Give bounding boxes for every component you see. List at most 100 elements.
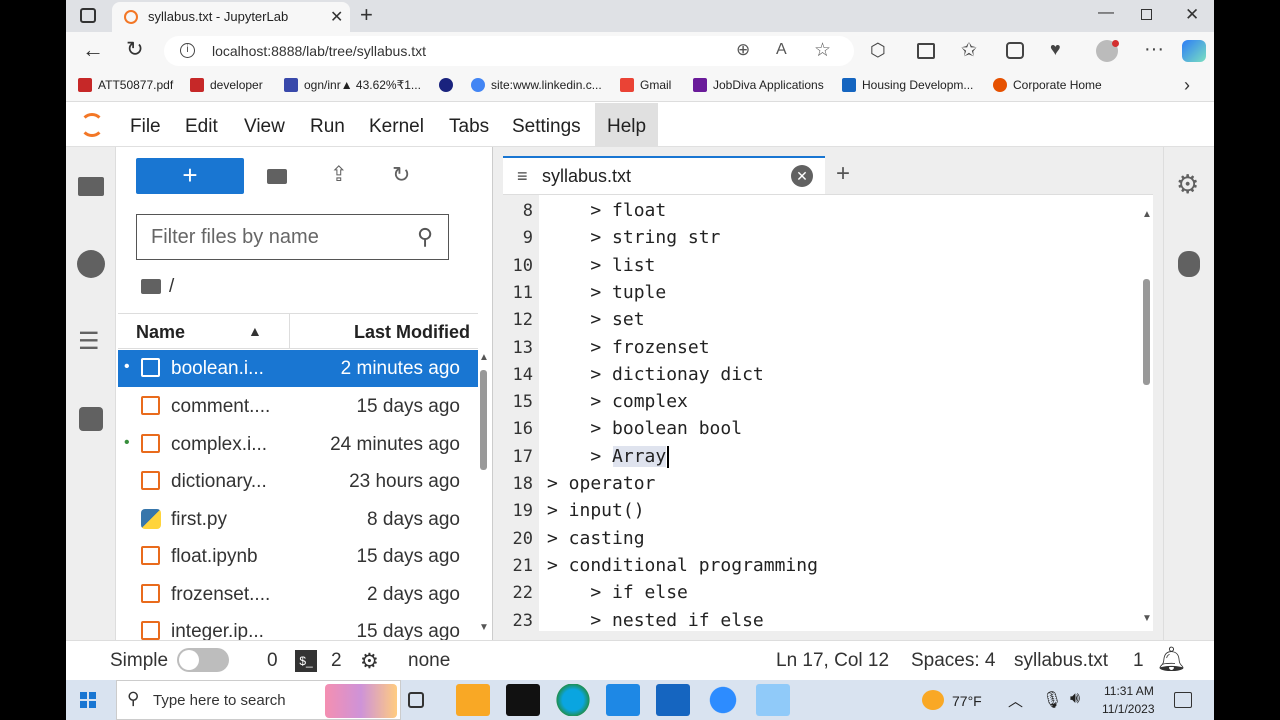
extensions-puzzle-icon[interactable] (79, 407, 103, 431)
bookmark-7[interactable]: Housing Developm... (842, 78, 973, 92)
tray-chevron-icon[interactable]: ︿ (1008, 690, 1023, 711)
notepad-python-icon[interactable] (756, 684, 790, 716)
file-explorer-icon[interactable] (456, 684, 490, 716)
line-number: 8 (522, 201, 533, 221)
close-editor-tab-icon[interactable]: ✕ (791, 165, 813, 187)
terminal-count[interactable]: 2 (331, 650, 342, 672)
indentation-spaces[interactable]: Spaces: 4 (911, 650, 996, 672)
new-launcher-tab-icon[interactable]: + (836, 160, 850, 188)
microphone-icon[interactable]: 🎙︎ (1042, 690, 1062, 710)
file-row-complex[interactable]: • complex.i... 24 minutes ago (118, 426, 478, 463)
pycharm-icon[interactable] (506, 684, 540, 716)
close-window-icon[interactable]: ✕ (1185, 5, 1199, 25)
menu-run[interactable]: Run (310, 116, 345, 138)
file-name: dictionary... (171, 471, 267, 492)
collections-icon[interactable] (1006, 42, 1024, 59)
bookmark-3[interactable] (439, 78, 453, 92)
split-screen-icon[interactable] (917, 43, 935, 59)
action-center-icon[interactable] (1174, 692, 1192, 708)
menu-help[interactable]: Help (595, 103, 659, 147)
menu-view[interactable]: View (244, 116, 285, 138)
terminal-icon[interactable]: $_ (295, 650, 317, 672)
bookmark-1[interactable]: developer (190, 78, 263, 92)
file-modified: 2 days ago (367, 584, 460, 605)
bookmark-0[interactable]: ATT50877.pdf (78, 78, 173, 92)
clock-date[interactable]: 11/1/2023 (1102, 702, 1155, 716)
maximize-icon[interactable] (1141, 9, 1152, 20)
editor-scroll-down-icon[interactable]: ▼ (1142, 613, 1152, 624)
editor-tab[interactable]: ≡ syllabus.txt ✕ (503, 156, 825, 194)
file-row-comment[interactable]: comment.... 15 days ago (118, 388, 478, 425)
microsoft-store-icon[interactable] (606, 684, 640, 716)
column-name-header[interactable]: Name (136, 322, 185, 343)
menu-settings[interactable]: Settings (512, 116, 581, 138)
menu-edit[interactable]: Edit (185, 116, 218, 138)
scroll-up-arrow-icon[interactable]: ▲ (479, 352, 489, 363)
tab-actions-icon[interactable] (80, 8, 96, 23)
weather-temp[interactable]: 77°F (952, 693, 982, 709)
address-bar[interactable]: i localhost:8888/lab/tree/syllabus.txt ⊕… (164, 36, 854, 66)
column-modified-header[interactable]: Last Modified (354, 322, 470, 343)
menu-file[interactable]: File (130, 116, 161, 138)
menu-tabs[interactable]: Tabs (449, 116, 489, 138)
volume-icon[interactable]: 🔊︎ (1070, 690, 1080, 708)
running-kernels-icon[interactable] (77, 250, 105, 278)
performance-icon[interactable]: ♥ (1050, 39, 1061, 60)
clock-time[interactable]: 11:31 AM (1104, 684, 1154, 698)
file-row-first[interactable]: first.py 8 days ago (118, 501, 478, 538)
copilot-icon[interactable] (1182, 40, 1206, 62)
back-icon[interactable]: ← (82, 37, 104, 63)
breadcrumb-path[interactable]: / (169, 276, 174, 298)
zoom-icon[interactable] (706, 684, 740, 716)
chevron-right-icon[interactable]: › (1184, 75, 1190, 96)
kernel-chip-icon[interactable]: ⚙ (360, 649, 379, 674)
more-menu-icon[interactable]: ··· (1144, 38, 1164, 61)
table-of-contents-icon[interactable]: ☰ (78, 327, 100, 356)
upload-icon[interactable]: ⇪ (330, 162, 348, 187)
bookmark-8[interactable]: Corporate Home (993, 78, 1102, 92)
extensions-icon[interactable]: ⬡ (870, 40, 886, 61)
file-row-boolean[interactable]: • boolean.i... 2 minutes ago (118, 350, 478, 387)
text-editor[interactable]: 8 9 10 11 12 13 14 15 16 17 18 19 20 21 22 23 > float >… (503, 194, 1153, 631)
new-folder-icon[interactable] (267, 169, 287, 184)
minimize-icon[interactable]: — (1098, 4, 1114, 22)
edge-browser-icon[interactable] (556, 684, 590, 716)
scroll-down-arrow-icon[interactable]: ▼ (479, 622, 489, 633)
bookmark-4[interactable]: site:www.linkedin.c... (471, 78, 602, 92)
notification-bell-icon[interactable]: 🔔︎ (1156, 645, 1186, 674)
mail-icon[interactable] (656, 684, 690, 716)
debugger-bug-icon[interactable] (1178, 251, 1200, 277)
file-row-frozenset[interactable]: frozenset.... 2 days ago (118, 576, 478, 613)
bookmark-2[interactable]: ogn/inr▲ 43.62%₹1... (284, 78, 421, 92)
bookmark-5[interactable]: Gmail (620, 78, 671, 92)
favorite-star-icon[interactable]: ☆ (814, 39, 831, 62)
favorites-icon[interactable]: ✩ (961, 39, 977, 62)
zoom-icon[interactable]: ⊕ (736, 40, 750, 60)
close-tab-icon[interactable]: ✕ (330, 7, 343, 27)
refresh-files-icon[interactable]: ↻ (392, 162, 410, 188)
menu-kernel[interactable]: Kernel (369, 116, 424, 138)
file-row-integer[interactable]: integer.ip... 15 days ago (118, 613, 478, 640)
bookmark-6[interactable]: JobDiva Applications (693, 78, 824, 92)
breadcrumb-folder-icon[interactable] (141, 279, 161, 294)
filter-files-input[interactable]: Filter files by name ⚲ (136, 214, 449, 260)
cursor-position[interactable]: Ln 17, Col 12 (776, 650, 889, 672)
taskbar-search-box[interactable]: ⚲ Type here to search (116, 680, 401, 720)
new-tab-icon[interactable]: + (360, 2, 373, 28)
new-launcher-button[interactable]: + (136, 158, 244, 194)
file-row-dictionary[interactable]: dictionary... 23 hours ago (118, 463, 478, 500)
folder-icon[interactable] (78, 177, 104, 196)
site-info-icon[interactable]: i (180, 43, 195, 58)
kernel-count[interactable]: 0 (267, 650, 278, 672)
file-row-float[interactable]: float.ipynb 15 days ago (118, 538, 478, 575)
refresh-icon[interactable]: ↻ (126, 37, 144, 62)
file-list-scrollbar[interactable] (480, 370, 487, 470)
simple-mode-toggle[interactable] (177, 648, 229, 672)
task-view-icon[interactable] (408, 692, 424, 708)
browser-tab[interactable]: syllabus.txt - JupyterLab ✕ (112, 2, 350, 32)
editor-scroll-up-icon[interactable]: ▲ (1142, 209, 1152, 220)
editor-scrollbar[interactable] (1143, 279, 1150, 385)
property-inspector-gear-icon[interactable]: ⚙ (1176, 169, 1199, 200)
read-aloud-icon[interactable]: A (776, 41, 787, 59)
windows-start-icon[interactable] (80, 692, 96, 708)
